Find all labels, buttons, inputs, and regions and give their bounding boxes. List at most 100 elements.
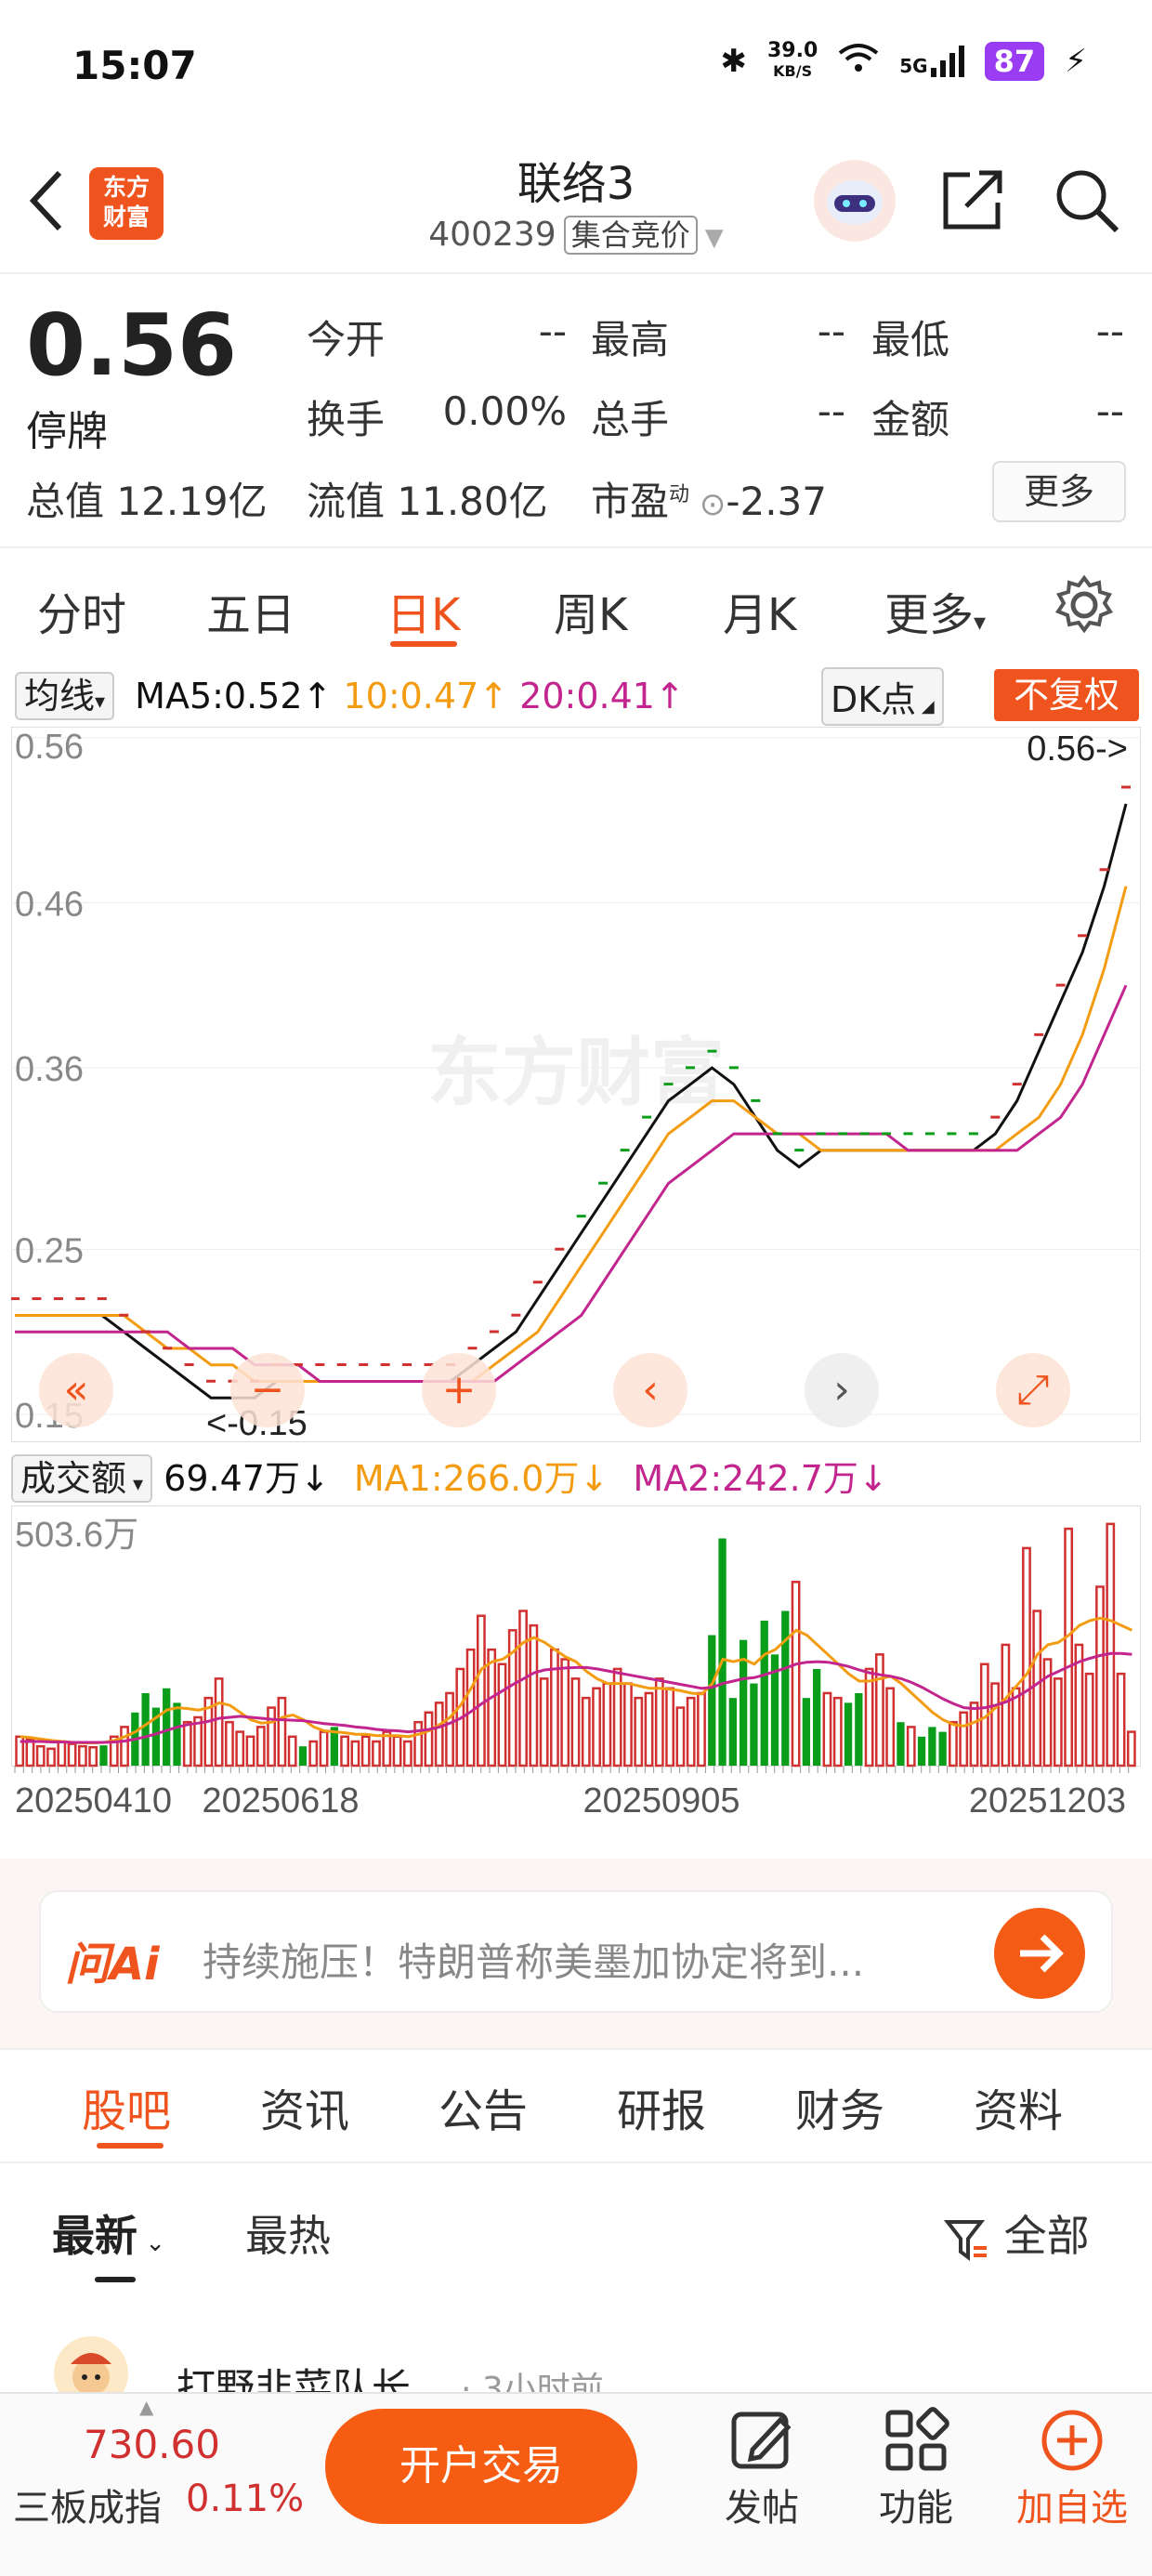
watermark: 东方财富 xyxy=(427,1030,725,1116)
volume-bar xyxy=(1022,1546,1031,1768)
tab-research[interactable]: 研报 xyxy=(617,2074,706,2139)
more-quote-button[interactable]: 更多 xyxy=(992,461,1126,522)
wifi-icon xyxy=(838,42,879,82)
indicator-selector[interactable]: 均线▾ xyxy=(15,672,115,720)
volume-bar xyxy=(1064,1527,1074,1768)
tab-guba[interactable]: 股吧 xyxy=(82,2074,171,2139)
tab-finance[interactable]: 财务 xyxy=(795,2074,884,2139)
settings-gear-icon[interactable] xyxy=(1054,574,1115,639)
sort-indicator xyxy=(95,2277,136,2282)
volume-bar xyxy=(445,1691,454,1768)
volume-bar xyxy=(267,1706,276,1768)
sort-hot[interactable]: 最热 xyxy=(245,2202,331,2264)
dk-point-toggle[interactable]: DK点 ◢ xyxy=(821,667,944,726)
add-icon[interactable]: + xyxy=(422,1353,496,1427)
add-watchlist-button[interactable]: 加自选 xyxy=(1007,2403,1137,2531)
volume-bar xyxy=(917,1736,926,1766)
volume-bar xyxy=(1053,1677,1063,1768)
ai-search-text[interactable]: 持续施压！特朗普称美墨加协定将到... xyxy=(203,1931,864,1988)
x-tick-label: 20250618 xyxy=(202,1781,359,1820)
volume-max-label: 503.6万 xyxy=(15,1516,138,1555)
kline-chart[interactable]: 0.560.460.360.250.15东方财富0.56-><-0.15«−+‹… xyxy=(11,727,1141,1442)
volume-ma1: MA1:266.0万↓ xyxy=(353,1458,609,1499)
svg-text:+: + xyxy=(442,1366,477,1413)
battery-indicator: 87 xyxy=(984,42,1045,81)
index-value[interactable]: 730.60 xyxy=(84,2422,220,2467)
volume-bar xyxy=(654,1677,664,1768)
volume-bar xyxy=(413,1720,424,1768)
tab-intraday[interactable]: 分时 xyxy=(37,578,126,643)
ai-logo: 问Ai xyxy=(65,1939,160,1991)
volume-bar xyxy=(602,1682,612,1768)
zoom-in-icon[interactable]: − xyxy=(230,1353,305,1427)
open-account-trade-button[interactable]: 开户交易 xyxy=(325,2409,637,2524)
robot-assistant-icon[interactable] xyxy=(814,160,896,242)
volume-bar xyxy=(372,1740,381,1768)
charging-icon: ⚡ xyxy=(1065,43,1087,80)
volume-bar xyxy=(781,1610,790,1766)
net-speed: 39.0 KB/S xyxy=(766,39,818,81)
turnover-label: 换手 xyxy=(307,397,386,442)
tab-daily-k[interactable]: 日K xyxy=(386,578,460,643)
volume-bar xyxy=(67,1742,77,1768)
share-icon[interactable] xyxy=(938,165,1007,238)
volume-bar xyxy=(644,1691,654,1768)
search-icon[interactable] xyxy=(1052,165,1122,240)
tab-weekly-k[interactable]: 周K xyxy=(554,578,627,643)
tab-monthly-k[interactable]: 月K xyxy=(723,578,796,643)
volume-bar xyxy=(832,1696,843,1768)
volume-bar xyxy=(214,1677,224,1768)
volume-bar xyxy=(708,1635,716,1766)
volume-bar xyxy=(1001,1643,1011,1768)
volume-bar xyxy=(665,1687,675,1768)
tab-more-periods[interactable]: 更多▾ xyxy=(884,578,986,643)
active-tab-indicator xyxy=(390,641,457,647)
volume-bar xyxy=(476,1614,486,1768)
post-button[interactable]: 发帖 xyxy=(715,2403,808,2531)
tab-profile[interactable]: 资料 xyxy=(974,2074,1063,2139)
volume-bar xyxy=(173,1702,181,1766)
arrow-right-icon[interactable] xyxy=(994,1908,1085,1999)
tab-five-day[interactable]: 五日 xyxy=(206,578,295,643)
function-button[interactable]: 功能 xyxy=(870,2403,962,2531)
volume-bar xyxy=(897,1722,905,1766)
volume-bar xyxy=(1095,1585,1105,1768)
x-tick-label: 20251203 xyxy=(969,1781,1126,1820)
sort-latest[interactable]: 最新 ⌄ xyxy=(52,2202,165,2264)
tab-announcements[interactable]: 公告 xyxy=(439,2074,528,2139)
adjust-mode-button[interactable]: 不复权 xyxy=(994,669,1139,721)
pe-ratio: 市盈动 ⊙-2.37 xyxy=(591,479,827,524)
volume-bar xyxy=(750,1683,758,1766)
y-tick-label: 0.46 xyxy=(15,886,84,925)
low-value: -- xyxy=(1095,309,1124,354)
volume-bar xyxy=(1084,1672,1094,1768)
tab-news[interactable]: 资讯 xyxy=(260,2074,349,2139)
volume-bar xyxy=(255,1726,266,1768)
info-icon: ⊙ xyxy=(689,486,727,523)
trading-status: 停牌 xyxy=(26,408,108,455)
volume-bar xyxy=(392,1735,402,1768)
next-icon[interactable]: › xyxy=(805,1353,879,1427)
status-icons: ✱ 39.0 KB/S 5G 87 ⚡ xyxy=(720,41,1087,82)
volume-bar xyxy=(424,1711,434,1768)
volume-bar xyxy=(938,1731,947,1766)
amount-value: -- xyxy=(1095,388,1124,434)
volume-chart[interactable]: 503.6万 20250410 20250618 20250905 20251203 xyxy=(11,1505,1141,1821)
svg-text:−: − xyxy=(251,1366,285,1413)
volume-bar xyxy=(581,1696,591,1768)
volume-bar xyxy=(340,1735,350,1768)
fullscreen-icon[interactable]: ⤢ xyxy=(996,1353,1070,1427)
volume-bar xyxy=(141,1692,150,1766)
volume-bar xyxy=(99,1745,108,1766)
volume-selector[interactable]: 成交额 ▾ xyxy=(11,1454,153,1503)
volume-bar xyxy=(487,1648,497,1768)
volume-bar xyxy=(864,1667,874,1768)
zoom-out-icon[interactable]: « xyxy=(39,1353,113,1427)
prev-icon[interactable]: ‹ xyxy=(613,1353,687,1427)
volume-bar xyxy=(928,1727,936,1766)
volume-bar xyxy=(518,1610,528,1768)
plus-circle-icon xyxy=(1041,2410,1103,2471)
filter-button[interactable]: 全部 xyxy=(943,2202,1090,2264)
index-name[interactable]: 三板成指 xyxy=(13,2477,162,2531)
volume-bar xyxy=(57,1740,67,1768)
